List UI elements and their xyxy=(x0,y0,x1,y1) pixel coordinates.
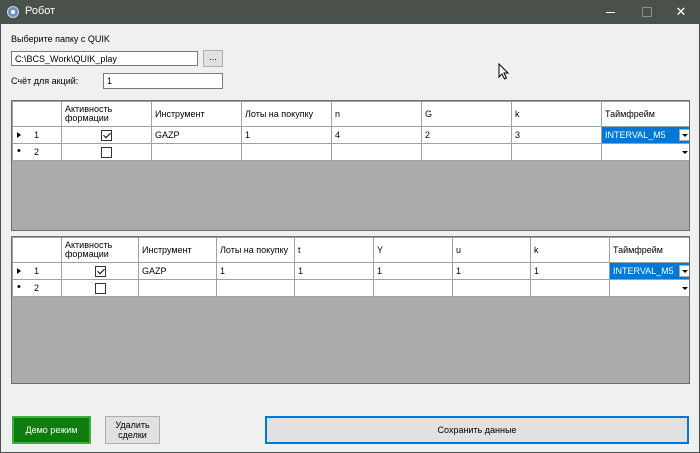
lots-cell[interactable] xyxy=(241,143,332,161)
lots-cell[interactable] xyxy=(216,279,295,297)
table-row[interactable]: 1 GAZP 1 4 2 3 INTERVAL_M5 xyxy=(12,126,689,144)
activity-checkbox-cell[interactable] xyxy=(61,143,152,161)
grid1-header-n[interactable]: n xyxy=(331,101,422,127)
grid2-header-lots[interactable]: Лоты на покупку xyxy=(216,237,295,263)
current-row-icon xyxy=(17,132,21,138)
demo-mode-button[interactable]: Демо режим xyxy=(12,416,91,444)
k-cell[interactable] xyxy=(530,279,610,297)
activity-checkbox-cell[interactable] xyxy=(61,262,139,280)
chevron-down-icon[interactable] xyxy=(679,129,689,141)
activity-checkbox-cell[interactable] xyxy=(61,279,139,297)
timeframe-combo[interactable]: INTERVAL_M5 xyxy=(609,262,689,280)
activity-checkbox[interactable] xyxy=(101,129,112,141)
k-cell[interactable] xyxy=(511,143,602,161)
y-cell[interactable]: 1 xyxy=(373,262,453,280)
row-header[interactable]: • 2 xyxy=(12,143,62,161)
title-bar: Робот ✕ xyxy=(0,0,700,24)
g-cell[interactable]: 2 xyxy=(421,126,512,144)
instrument-cell[interactable]: GAZP xyxy=(151,126,242,144)
mouse-cursor-icon xyxy=(498,63,510,80)
grid1-header-instrument[interactable]: Инструмент xyxy=(151,101,242,127)
account-label: Счёт для акций: xyxy=(11,76,79,86)
grid2-header-instrument[interactable]: Инструмент xyxy=(138,237,217,263)
grid2-header-y[interactable]: Y xyxy=(373,237,453,263)
timeframe-combo[interactable] xyxy=(601,143,689,161)
activity-checkbox[interactable] xyxy=(94,282,106,294)
table-row[interactable]: 1 GAZP 1 1 1 1 1 INTERVAL_M5 xyxy=(12,262,689,280)
n-cell[interactable] xyxy=(331,143,422,161)
grid2-header-timeframe[interactable]: Таймфрейм xyxy=(609,237,689,263)
formation-grid-1[interactable]: Активность формации Инструмент Лоты на п… xyxy=(11,100,690,231)
row-header[interactable]: 1 xyxy=(12,126,62,144)
formation-grid-2[interactable]: Активность формации Инструмент Лоты на п… xyxy=(11,236,690,384)
browse-button[interactable]: ... xyxy=(203,50,223,67)
grid1-header-timeframe[interactable]: Таймфрейм xyxy=(601,101,689,127)
activity-checkbox-cell[interactable] xyxy=(61,126,152,144)
save-data-button[interactable]: Сохранить данные xyxy=(265,416,689,444)
lots-cell[interactable]: 1 xyxy=(241,126,332,144)
delete-trades-label-2: сделки xyxy=(118,430,147,440)
y-cell[interactable] xyxy=(373,279,453,297)
k-cell[interactable]: 3 xyxy=(511,126,602,144)
grid2-header-activity[interactable]: Активность формации xyxy=(61,237,139,263)
chevron-down-icon[interactable] xyxy=(679,146,689,158)
timeframe-combo[interactable] xyxy=(609,279,689,297)
new-row-icon: • xyxy=(17,281,21,293)
delete-trades-button[interactable]: Удалить сделки xyxy=(105,416,160,444)
folder-path-input[interactable]: C:\BCS_Work\QUIK_play xyxy=(11,51,198,66)
current-row-icon xyxy=(17,268,21,274)
close-button[interactable]: ✕ xyxy=(666,0,696,24)
instrument-cell[interactable]: GAZP xyxy=(138,262,217,280)
lots-cell[interactable]: 1 xyxy=(216,262,295,280)
folder-label: Выберите папку с QUIK xyxy=(11,34,110,44)
account-input[interactable]: 1 xyxy=(103,73,223,89)
u-cell[interactable]: 1 xyxy=(452,262,531,280)
grid1-header-lots[interactable]: Лоты на покупку xyxy=(241,101,332,127)
grid1-header-activity[interactable]: Активность формации xyxy=(61,101,152,127)
grid1-corner xyxy=(12,101,62,127)
maximize-button[interactable] xyxy=(632,0,662,24)
grid1-header-g[interactable]: G xyxy=(421,101,512,127)
t-cell[interactable]: 1 xyxy=(294,262,374,280)
new-row-icon: • xyxy=(17,145,21,157)
row-header[interactable]: • 2 xyxy=(12,279,62,297)
minimize-button[interactable] xyxy=(596,0,626,24)
n-cell[interactable]: 4 xyxy=(331,126,422,144)
k-cell[interactable]: 1 xyxy=(530,262,610,280)
row-header[interactable]: 1 xyxy=(12,262,62,280)
chevron-down-icon[interactable] xyxy=(679,265,689,277)
instrument-cell[interactable] xyxy=(151,143,242,161)
grid2-corner xyxy=(12,237,62,263)
grid2-header-k[interactable]: k xyxy=(530,237,610,263)
table-row[interactable]: • 2 xyxy=(12,279,689,297)
grid2-header-u[interactable]: u xyxy=(452,237,531,263)
t-cell[interactable] xyxy=(294,279,374,297)
u-cell[interactable] xyxy=(452,279,531,297)
main-window: Выберите папку с QUIK C:\BCS_Work\QUIK_p… xyxy=(1,24,699,452)
activity-checkbox[interactable] xyxy=(101,146,112,158)
instrument-cell[interactable] xyxy=(138,279,217,297)
app-icon xyxy=(7,6,19,18)
chevron-down-icon[interactable] xyxy=(679,282,689,294)
timeframe-combo[interactable]: INTERVAL_M5 xyxy=(601,126,689,144)
table-row[interactable]: • 2 xyxy=(12,143,689,161)
delete-trades-label-1: Удалить xyxy=(115,420,150,430)
g-cell[interactable] xyxy=(421,143,512,161)
grid1-header-k[interactable]: k xyxy=(511,101,602,127)
grid2-header-t[interactable]: t xyxy=(294,237,374,263)
activity-checkbox[interactable] xyxy=(94,265,106,277)
window-title: Робот xyxy=(25,5,56,17)
